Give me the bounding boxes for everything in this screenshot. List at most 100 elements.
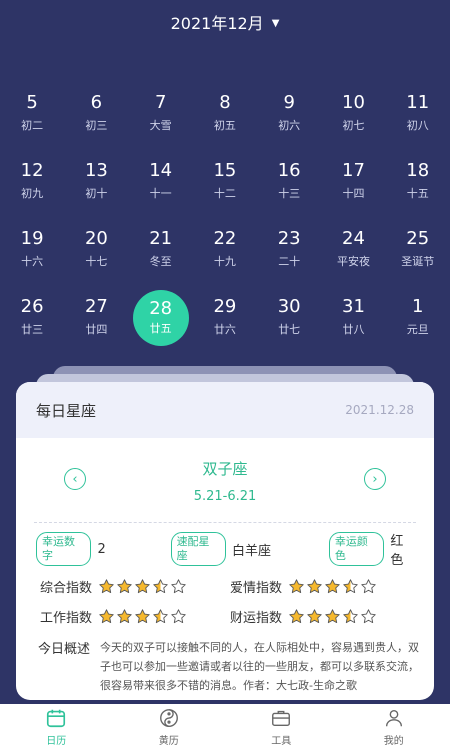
lunar-date: 二十 bbox=[278, 255, 301, 268]
star-icon bbox=[289, 578, 304, 593]
day-number: 7 bbox=[154, 92, 167, 113]
day-number: 22 bbox=[213, 228, 237, 249]
calendar-day-selected[interactable]: 28 廿五 bbox=[129, 290, 193, 360]
user-icon bbox=[385, 709, 402, 727]
sign-date-range: 5.21-6.21 bbox=[193, 489, 257, 504]
star-rating bbox=[98, 608, 188, 625]
calendar-day[interactable]: 16 十三 bbox=[257, 156, 321, 224]
index-item: 工作指数 bbox=[40, 607, 230, 626]
calendar-day[interactable]: 20 十七 bbox=[64, 224, 128, 292]
tab-tools[interactable]: 工具 bbox=[225, 704, 338, 750]
lunar-date: 廿五 bbox=[149, 322, 172, 335]
overview-section: 今日概述 今天的双子可以接触不同的人，在人际相处中，容易遇到贵人，双子也可以参加… bbox=[38, 638, 422, 695]
star-icon bbox=[325, 578, 340, 593]
calendar-day[interactable]: 10 初七 bbox=[321, 88, 385, 156]
lunar-date: 大雪 bbox=[149, 119, 172, 132]
next-sign-button[interactable]: › bbox=[364, 468, 386, 490]
day-number: 16 bbox=[277, 160, 301, 181]
calendar-day[interactable]: 25 圣诞节 bbox=[386, 224, 450, 292]
lucky-color-label: 幸运颜色 bbox=[328, 532, 385, 566]
calendar-day[interactable]: 11 初八 bbox=[386, 88, 450, 156]
day-number: 20 bbox=[84, 228, 108, 249]
lunar-date: 初六 bbox=[278, 119, 301, 132]
lunar-date: 十七 bbox=[85, 255, 108, 268]
day-number: 31 bbox=[342, 296, 365, 317]
day-number: 5 bbox=[26, 92, 38, 113]
calendar-day[interactable]: 6 初三 bbox=[64, 88, 128, 156]
calendar-day[interactable]: 19 十六 bbox=[0, 224, 64, 292]
calendar-week-row: 5 初二 6 初三 7 大雪 8 初五 9 初六 10 初七 11 初八 bbox=[0, 88, 450, 156]
month-selector[interactable]: 2021年12月 ▼ bbox=[0, 10, 450, 34]
yin-yang-icon bbox=[159, 709, 178, 727]
calendar-day[interactable]: 26 廿三 bbox=[0, 292, 64, 360]
horoscope-card: 每日星座 2021.12.28 ‹ 双子座 5.21-6.21 › 幸运数字 2… bbox=[16, 382, 434, 700]
day-number: 10 bbox=[342, 92, 365, 113]
calendar-day[interactable]: 7 大雪 bbox=[129, 88, 193, 156]
star-icon bbox=[99, 578, 114, 593]
day-number: 28 bbox=[149, 298, 173, 319]
calendar-day[interactable]: 13 初十 bbox=[64, 156, 128, 224]
tab-calendar[interactable]: 日历 bbox=[0, 704, 113, 750]
calendar-day[interactable]: 18 十五 bbox=[386, 156, 450, 224]
index-item: 爱情指数 bbox=[230, 577, 420, 596]
calendar-day[interactable]: 15 十二 bbox=[193, 156, 257, 224]
lunar-date: 廿三 bbox=[21, 323, 44, 336]
index-item: 综合指数 bbox=[40, 577, 230, 596]
card-header: 每日星座 2021.12.28 bbox=[16, 382, 434, 438]
lunar-date: 十六 bbox=[21, 255, 44, 268]
lucky-number-label: 幸运数字 bbox=[36, 532, 92, 566]
calendar-day[interactable]: 17 十四 bbox=[321, 156, 385, 224]
calendar-day[interactable]: 1 元旦 bbox=[386, 292, 450, 360]
star-icon bbox=[153, 578, 168, 593]
calendar-day[interactable]: 8 初五 bbox=[193, 88, 257, 156]
star-rating bbox=[98, 578, 188, 595]
calendar-day[interactable]: 30 廿七 bbox=[257, 292, 321, 360]
calendar-day[interactable]: 27 廿四 bbox=[64, 292, 128, 360]
calendar-day[interactable]: 23 二十 bbox=[257, 224, 321, 292]
lunar-date: 初九 bbox=[21, 187, 44, 200]
lunar-date: 十九 bbox=[213, 255, 236, 268]
lunar-date: 廿四 bbox=[85, 323, 108, 336]
day-number: 23 bbox=[277, 228, 301, 249]
day-number: 15 bbox=[213, 160, 237, 181]
lunar-date: 元旦 bbox=[406, 323, 429, 336]
calendar-day[interactable]: 12 初九 bbox=[0, 156, 64, 224]
day-number: 11 bbox=[406, 92, 430, 113]
lunar-date: 初八 bbox=[406, 119, 429, 132]
tab-almanac[interactable]: 黄历 bbox=[113, 704, 226, 750]
calendar-grid: 5 初二 6 初三 7 大雪 8 初五 9 初六 10 初七 11 初八 12 初九 13 初十 14 十一 15 十二 1… bbox=[0, 88, 450, 360]
lunar-date: 平安夜 bbox=[336, 255, 370, 268]
star-icon bbox=[325, 608, 340, 623]
tab-label: 我的 bbox=[383, 736, 404, 747]
lunar-date: 冬至 bbox=[149, 255, 172, 268]
day-number: 26 bbox=[20, 296, 44, 317]
lunar-date: 廿八 bbox=[342, 323, 365, 336]
day-number: 19 bbox=[20, 228, 44, 249]
star-icon bbox=[117, 578, 132, 593]
day-number: 25 bbox=[406, 228, 430, 249]
calendar-day[interactable]: 31 廿八 bbox=[321, 292, 385, 360]
calendar-day[interactable]: 21 冬至 bbox=[129, 224, 193, 292]
lunar-date: 十五 bbox=[406, 187, 429, 200]
calendar-day[interactable]: 24 平安夜 bbox=[321, 224, 385, 292]
day-number: 14 bbox=[149, 160, 173, 181]
overview-label: 今日概述 bbox=[38, 642, 91, 657]
star-icon bbox=[99, 608, 114, 623]
lunar-date: 圣诞节 bbox=[401, 255, 435, 268]
lunar-date: 十二 bbox=[213, 187, 236, 200]
calendar-day[interactable]: 29 廿六 bbox=[193, 292, 257, 360]
day-number: 27 bbox=[84, 296, 108, 317]
star-icon bbox=[135, 608, 150, 623]
chevron-right-icon: › bbox=[372, 471, 378, 487]
star-icon bbox=[171, 608, 186, 623]
tab-label: 工具 bbox=[271, 736, 292, 747]
star-rating bbox=[288, 578, 378, 595]
calendar-day[interactable]: 22 十九 bbox=[193, 224, 257, 292]
index-item: 财运指数 bbox=[230, 607, 420, 626]
tab-profile[interactable]: 我的 bbox=[338, 704, 450, 750]
lucky-info-row: 幸运数字 2 速配星座 白羊座 幸运颜色 红色 bbox=[36, 532, 416, 568]
calendar-day[interactable]: 5 初二 bbox=[0, 88, 64, 156]
lunar-date: 初二 bbox=[21, 119, 44, 132]
calendar-day[interactable]: 9 初六 bbox=[257, 88, 321, 156]
calendar-day[interactable]: 14 十一 bbox=[129, 156, 193, 224]
